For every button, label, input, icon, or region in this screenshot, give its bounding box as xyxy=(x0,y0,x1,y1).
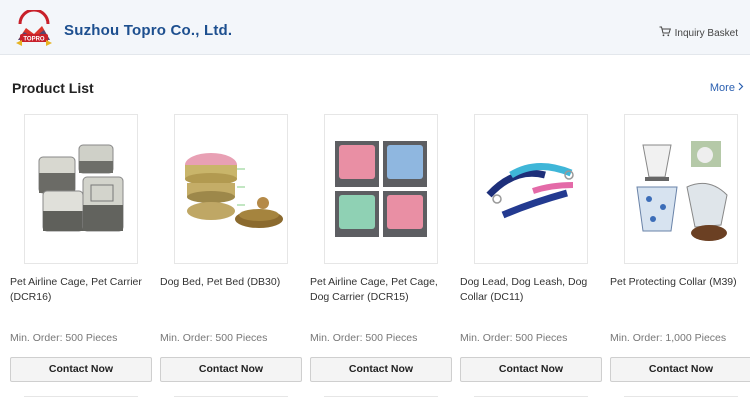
contact-now-button[interactable]: Contact Now xyxy=(10,357,152,382)
next-row-thumb xyxy=(24,396,138,401)
product-image[interactable] xyxy=(474,114,588,264)
inquiry-basket-label: Inquiry Basket xyxy=(674,27,738,39)
product-card: Dog Bed, Pet Bed (DB30) Min. Order: 500 … xyxy=(160,112,302,384)
company-name[interactable]: Suzhou Topro Co., Ltd. xyxy=(64,22,232,39)
next-row-thumb xyxy=(474,396,588,401)
product-name[interactable]: Pet Airline Cage, Pet Cage, Dog Carrier … xyxy=(310,275,452,305)
product-image[interactable] xyxy=(324,114,438,264)
product-image[interactable] xyxy=(174,114,288,264)
contact-now-button[interactable]: Contact Now xyxy=(160,357,302,382)
chevron-right-icon xyxy=(738,82,744,94)
min-order: Min. Order: 500 Pieces xyxy=(160,332,268,344)
next-row-thumb xyxy=(624,396,738,401)
site-header: TOPRO Suzhou Topro Co., Ltd. Inquiry Bas… xyxy=(0,0,750,55)
product-card: Pet Airline Cage, Pet Carrier (DCR16) Mi… xyxy=(10,112,152,384)
contact-now-button[interactable]: Contact Now xyxy=(460,357,602,382)
contact-now-button[interactable]: Contact Now xyxy=(610,357,750,382)
company-logo[interactable]: TOPRO xyxy=(14,8,54,48)
inquiry-basket-link[interactable]: Inquiry Basket xyxy=(659,26,738,40)
more-link[interactable]: More xyxy=(710,82,744,94)
min-order: Min. Order: 1,000 Pieces xyxy=(610,332,727,344)
product-card: Pet Airline Cage, Pet Cage, Dog Carrier … xyxy=(310,112,452,384)
min-order: Min. Order: 500 Pieces xyxy=(310,332,418,344)
min-order: Min. Order: 500 Pieces xyxy=(460,332,568,344)
product-image[interactable] xyxy=(24,114,138,264)
product-name[interactable]: Pet Airline Cage, Pet Carrier (DCR16) xyxy=(10,275,152,305)
next-row-thumb xyxy=(174,396,288,401)
next-row-thumb xyxy=(324,396,438,401)
product-card: Dog Lead, Dog Leash, Dog Collar (DC11) M… xyxy=(460,112,602,384)
product-card: Pet Protecting Collar (M39) Min. Order: … xyxy=(610,112,750,384)
product-name[interactable]: Dog Bed, Pet Bed (DB30) xyxy=(160,275,302,290)
more-label: More xyxy=(709,82,735,94)
product-name[interactable]: Pet Protecting Collar (M39) xyxy=(610,275,750,290)
section-title: Product List xyxy=(12,80,94,96)
contact-now-button[interactable]: Contact Now xyxy=(310,357,452,382)
min-order: Min. Order: 500 Pieces xyxy=(10,332,118,344)
svg-text:TOPRO: TOPRO xyxy=(23,37,45,43)
product-name[interactable]: Dog Lead, Dog Leash, Dog Collar (DC11) xyxy=(460,275,602,305)
product-image[interactable] xyxy=(624,114,738,264)
cart-icon xyxy=(659,26,671,40)
